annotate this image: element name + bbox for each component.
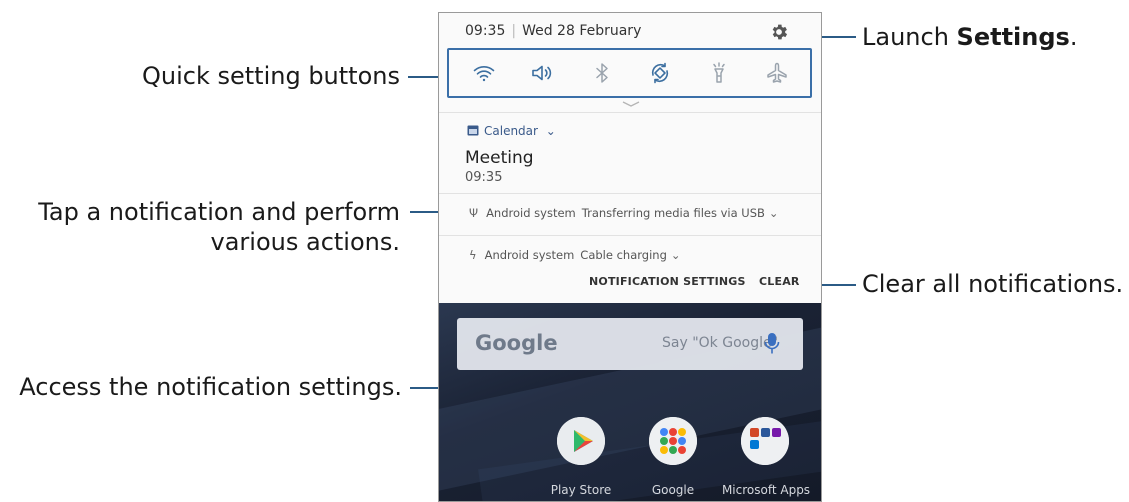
notification-row: ϟ Android system Cable charging ⌄ (469, 248, 681, 262)
microphone-icon[interactable] (764, 332, 780, 356)
bluetooth-button[interactable] (590, 61, 614, 85)
callout-access-settings: Access the notification settings. (19, 373, 402, 401)
callout-clear-all: Clear all notifications. (862, 270, 1124, 298)
panel-separator: | (511, 23, 517, 39)
bluetooth-icon (596, 63, 608, 83)
notification-app-row: Calendar ⌄ (467, 124, 556, 138)
flashlight-button[interactable] (707, 61, 731, 85)
auto-rotate-icon (651, 62, 669, 84)
wifi-icon (473, 66, 495, 82)
google-logo: Google (475, 331, 558, 355)
calendar-icon (467, 125, 479, 136)
callout-text-bold: Settings (956, 23, 1070, 51)
microsoft-apps-folder-icon[interactable] (741, 417, 789, 465)
sound-icon (532, 65, 552, 81)
notification-app-name: Calendar (484, 124, 538, 138)
status-row: 09:35 | Wed 28 February (465, 23, 641, 39)
notification-calendar[interactable]: Calendar ⌄ Meeting 09:35 (439, 112, 821, 193)
notification-settings-button[interactable]: NOTIFICATION SETTINGS (589, 275, 746, 288)
clear-button[interactable]: CLEAR (759, 275, 800, 288)
callout-text-line1: Tap a notification and perform (38, 198, 400, 226)
airplane-button[interactable] (765, 61, 789, 85)
quick-settings-bar (447, 48, 812, 98)
app-label: Microsoft Apps (721, 483, 811, 497)
chevron-down-icon[interactable] (622, 101, 640, 107)
panel-time: 09:35 (465, 23, 506, 39)
callout-text-line2: various actions. (210, 228, 400, 256)
play-store-app-icon[interactable] (557, 417, 605, 465)
notification-app-name: Android system (484, 248, 575, 262)
google-apps-folder-icon (649, 417, 697, 465)
airplane-icon (767, 62, 787, 83)
notification-actions: NOTIFICATION SETTINGS CLEAR (439, 265, 821, 303)
app-label: Google (651, 483, 695, 497)
callout-quick-settings: Quick setting buttons (142, 62, 400, 90)
callout-launch-settings: Launch Settings. (862, 22, 1077, 52)
app-label: Play Store (550, 483, 612, 497)
expand-chevron-icon[interactable]: ⌄ (546, 124, 556, 138)
notification-app-name: Android system (486, 206, 576, 220)
notification-usb[interactable]: Ψ Android system Transferring media files … (439, 193, 821, 236)
expand-chevron-icon[interactable]: ⌄ (769, 206, 779, 220)
expand-chevron-icon[interactable]: ⌄ (671, 248, 681, 262)
flashlight-icon (713, 62, 725, 83)
phone-screen: 09:35 | Wed 28 February Calendar ⌄ Meeti… (438, 12, 822, 502)
notification-row: Ψ Android system Transferring media files … (469, 206, 779, 220)
notification-text: Cable charging (580, 248, 667, 262)
home-screen: Google Say "Ok Google" Play Store Google… (439, 303, 821, 501)
charging-icon: ϟ (469, 248, 477, 262)
search-hint: Say "Ok Google" (662, 335, 779, 351)
auto-rotate-button[interactable] (648, 61, 672, 85)
gear-icon[interactable] (769, 22, 789, 42)
microsoft-apps-icon (741, 417, 789, 465)
wifi-button[interactable] (472, 61, 496, 85)
sound-button[interactable] (530, 61, 554, 85)
notification-time: 09:35 (465, 170, 503, 185)
callout-text: . (1069, 23, 1078, 51)
callout-tap-notification: Tap a notification and perform various a… (10, 197, 400, 257)
notification-text: Transferring media files via USB (581, 206, 765, 220)
callout-text: Launch (862, 23, 957, 51)
google-search-widget[interactable]: Google Say "Ok Google" (457, 318, 803, 370)
google-folder-icon[interactable] (649, 417, 697, 465)
usb-icon: Ψ (469, 206, 479, 220)
play-store-icon (557, 417, 605, 465)
notification-title: Meeting (465, 148, 534, 168)
panel-date: Wed 28 February (522, 23, 642, 39)
notification-panel: 09:35 | Wed 28 February Calendar ⌄ Meeti… (439, 13, 821, 303)
